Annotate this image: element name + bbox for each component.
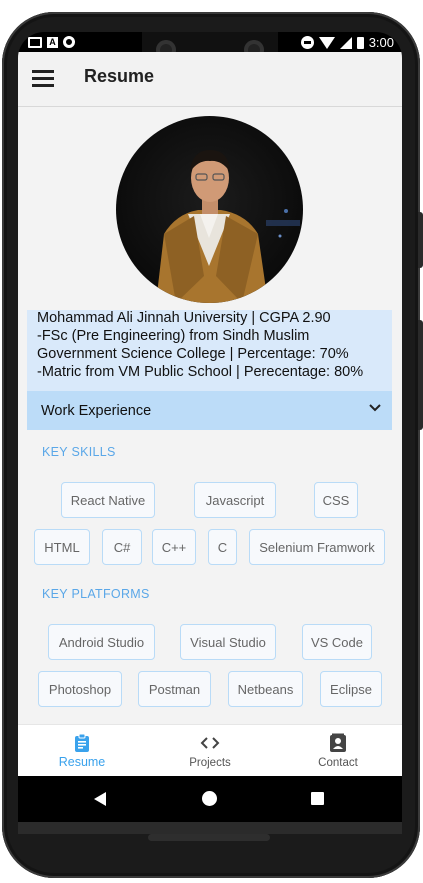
skill-chip-react-native[interactable]: React Native [61, 482, 155, 518]
system-navigation-bar [18, 776, 402, 822]
nav-tab-contact[interactable]: Contact [274, 725, 402, 777]
platform-chip-eclipse[interactable]: Eclipse [320, 671, 382, 707]
code-icon [200, 737, 220, 749]
skill-chip-html[interactable]: HTML [34, 529, 90, 565]
home-icon[interactable] [202, 791, 217, 806]
skill-chip-javascript[interactable]: Javascript [194, 482, 276, 518]
work-experience-accordion[interactable]: Work Experience [27, 391, 392, 430]
chevron-down-icon [369, 404, 381, 412]
back-icon[interactable] [94, 792, 106, 806]
bottom-navigation: Resume Projects Contact [18, 724, 402, 777]
key-skills-heading: KEY SKILLS [42, 445, 116, 459]
education-line: Government Science College | Percentage:… [37, 346, 349, 362]
education-line: Mohammad Ali Jinnah University | CGPA 2.… [37, 310, 331, 326]
profile-photo [116, 116, 303, 303]
skill-chip-csharp[interactable]: C# [102, 529, 142, 565]
key-platforms-heading: KEY PLATFORMS [42, 587, 150, 601]
screen: A 3:00 Resume Mohammad Ali Jinnah Univer… [18, 32, 402, 834]
status-time: 3:00 [368, 35, 394, 50]
gallery-notification-icon [28, 36, 42, 48]
record-notification-icon [63, 36, 75, 48]
skill-chip-css[interactable]: CSS [314, 482, 358, 518]
battery-icon [356, 36, 364, 49]
nav-label-projects: Projects [189, 757, 231, 769]
nav-tab-resume[interactable]: Resume [18, 725, 146, 777]
platform-chip-android-studio[interactable]: Android Studio [48, 624, 155, 660]
education-line: -Matric from VM Public School | Perecent… [37, 364, 364, 380]
platform-chip-vs-code[interactable]: VS Code [302, 624, 372, 660]
power-button [418, 212, 423, 268]
hamburger-menu-icon[interactable] [32, 70, 54, 87]
main-content[interactable]: Mohammad Ali Jinnah University | CGPA 2.… [18, 107, 402, 724]
contact-card-icon [330, 733, 346, 752]
signal-icon [339, 36, 352, 49]
platform-chip-netbeans[interactable]: Netbeans [228, 671, 303, 707]
app-bar: Resume [18, 52, 402, 107]
platform-chip-photoshop[interactable]: Photoshop [38, 671, 122, 707]
skill-chip-cpp[interactable]: C++ [152, 529, 196, 565]
wifi-icon [318, 36, 335, 49]
a-notification-icon: A [47, 36, 58, 48]
clipboard-icon [75, 733, 89, 752]
bottom-speaker-grille [148, 834, 270, 841]
platform-chip-visual-studio[interactable]: Visual Studio [180, 624, 276, 660]
accordion-label: Work Experience [41, 403, 152, 419]
education-line: -FSc (Pre Engineering) from Sindh Muslim [37, 328, 310, 344]
platform-chip-postman[interactable]: Postman [138, 671, 211, 707]
nav-tab-projects[interactable]: Projects [146, 725, 274, 777]
page-title: Resume [84, 66, 155, 86]
nav-label-resume: Resume [58, 755, 106, 769]
do-not-disturb-icon [300, 36, 314, 49]
recent-apps-icon[interactable] [311, 792, 324, 805]
volume-button [418, 320, 423, 430]
skill-chip-c[interactable]: C [208, 529, 237, 565]
education-section: Mohammad Ali Jinnah University | CGPA 2.… [27, 310, 392, 391]
skill-chip-selenium[interactable]: Selenium Framwork [249, 529, 385, 565]
nav-label-contact: Contact [318, 757, 358, 769]
